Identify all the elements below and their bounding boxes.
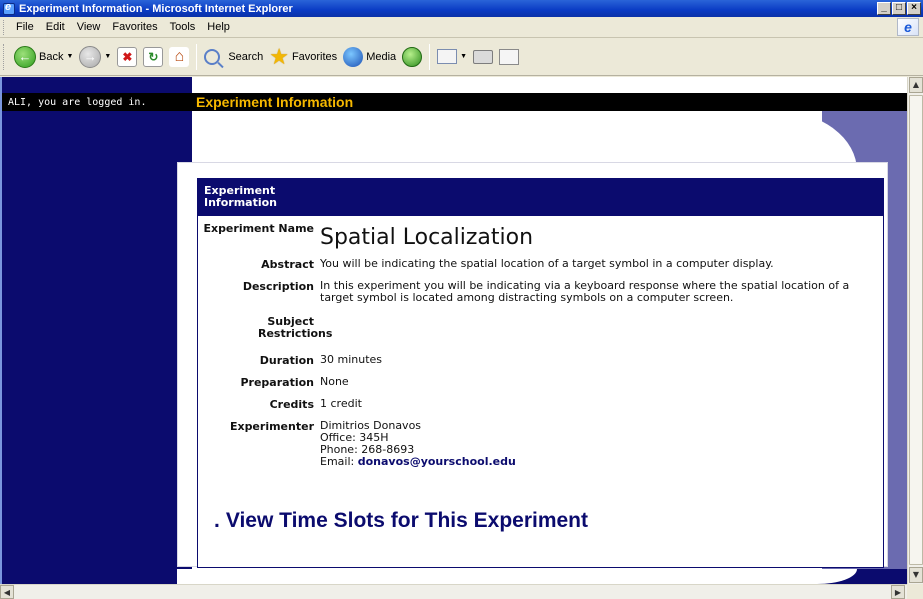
- mail-button[interactable]: ▼: [434, 42, 470, 72]
- menu-favorites[interactable]: Favorites: [106, 21, 163, 33]
- maximize-button[interactable]: □: [892, 2, 906, 15]
- scrollbar-corner: [907, 584, 923, 599]
- window-title: Experiment Information - Microsoft Inter…: [19, 2, 293, 15]
- label-abstract: Abstract: [261, 258, 314, 271]
- left-nav-panel: [2, 77, 192, 584]
- home-icon: ⌂: [169, 46, 190, 67]
- label-subject-restrictions: Subject Restrictions: [258, 315, 333, 340]
- value-description: In this experiment you will be indicatin…: [320, 279, 850, 304]
- bottom-curve: [177, 569, 857, 584]
- scroll-left-button[interactable]: ◀: [0, 585, 14, 599]
- media-button[interactable]: Media: [340, 42, 399, 72]
- favorites-star-icon: ★: [269, 43, 289, 69]
- edit-page-icon: [499, 48, 520, 65]
- value-duration: 30 minutes: [320, 353, 383, 366]
- mail-icon: [437, 49, 458, 64]
- row-duration: Duration 30 minutes: [198, 354, 883, 376]
- bullet-dot: .: [214, 509, 220, 532]
- window-controls: _ □ ×: [877, 2, 921, 15]
- label-experimenter: Experimenter: [229, 420, 314, 433]
- search-label: Search: [228, 50, 264, 63]
- menu-file[interactable]: File: [10, 21, 40, 33]
- row-description: Description In this experiment you will …: [198, 280, 883, 314]
- forward-dropdown-icon[interactable]: ▼: [104, 53, 111, 60]
- label-duration: Duration: [259, 354, 314, 367]
- login-status-text: ALI, you are logged in.: [8, 97, 147, 108]
- back-button[interactable]: ← Back ▼: [11, 42, 76, 72]
- label-preparation: Preparation: [240, 376, 314, 389]
- page-viewport: ALI, you are logged in. Experiment Infor…: [0, 77, 907, 584]
- forward-arrow-icon: →: [79, 45, 102, 68]
- media-label: Media: [366, 50, 397, 63]
- vertical-scrollbar[interactable]: ▲ ▼: [907, 77, 923, 584]
- menubar-grip: [3, 19, 6, 35]
- value-experiment-name: Spatial Localization: [320, 225, 534, 250]
- favorites-label: Favorites: [291, 50, 338, 63]
- menu-edit[interactable]: Edit: [40, 21, 71, 33]
- row-abstract: Abstract You will be indicating the spat…: [198, 258, 883, 278]
- back-label: Back: [39, 50, 64, 63]
- row-credits: Credits 1 credit: [198, 398, 883, 420]
- email-link[interactable]: donavos@yourschool.edu: [358, 455, 516, 468]
- scroll-up-button[interactable]: ▲: [909, 77, 923, 93]
- ie-app-icon: [3, 1, 15, 15]
- toolbar-grip: [3, 43, 6, 70]
- menu-tools[interactable]: Tools: [164, 21, 202, 33]
- window-titlebar: Experiment Information - Microsoft Inter…: [0, 0, 923, 17]
- standard-toolbar: ← Back ▼ → ▼ ✖ ↻ ⌂ Search ★ Favorites Me…: [0, 38, 923, 76]
- value-subject-restrictions: [320, 316, 883, 348]
- row-preparation: Preparation None: [198, 376, 883, 398]
- printer-icon: [473, 49, 494, 64]
- scroll-right-button[interactable]: ▶: [891, 585, 905, 599]
- experimenter-name: Dimitrios Donavos: [320, 419, 422, 432]
- media-icon: [343, 46, 364, 67]
- value-preparation: None: [320, 375, 349, 388]
- scroll-down-button[interactable]: ▼: [909, 567, 923, 583]
- view-time-slots-link[interactable]: . View Time Slots for This Experiment: [214, 509, 588, 533]
- history-icon: [402, 46, 423, 67]
- menu-help[interactable]: Help: [201, 21, 236, 33]
- email-label: Email:: [320, 455, 358, 468]
- row-subject-restrictions: Subject Restrictions: [198, 316, 883, 348]
- toolbar-separator-2: [429, 43, 431, 70]
- toolbar-separator: [196, 43, 198, 70]
- table-header-text: Experiment Information: [204, 184, 277, 209]
- label-description: Description: [242, 280, 314, 293]
- search-button[interactable]: Search: [201, 42, 266, 72]
- print-button[interactable]: [470, 42, 496, 72]
- edit-button[interactable]: [496, 42, 522, 72]
- back-arrow-icon: ←: [14, 45, 36, 68]
- stop-icon: ✖: [117, 46, 138, 67]
- refresh-button[interactable]: ↻: [140, 42, 166, 72]
- experimenter-email-row: Email: donavos@yourschool.edu: [320, 456, 883, 468]
- horizontal-scrollbar[interactable]: ◀ ▶: [0, 584, 907, 599]
- value-experimenter: Dimitrios Donavos Office: 345H Phone: 26…: [320, 420, 883, 472]
- value-abstract: You will be indicating the spatial locat…: [320, 257, 774, 270]
- home-button[interactable]: ⌂: [166, 42, 192, 72]
- back-dropdown-icon[interactable]: ▼: [66, 53, 73, 60]
- menu-bar: File Edit View Favorites Tools Help e: [0, 17, 923, 38]
- minimize-button[interactable]: _: [877, 2, 891, 15]
- page-title: Experiment Information: [196, 94, 354, 110]
- value-credits: 1 credit: [320, 397, 362, 410]
- mail-dropdown-icon[interactable]: ▼: [460, 53, 467, 60]
- history-button[interactable]: [399, 42, 425, 72]
- label-credits: Credits: [269, 398, 314, 411]
- refresh-icon: ↻: [143, 46, 164, 67]
- row-experimenter: Experimenter Dimitrios Donavos Office: 3…: [198, 420, 883, 472]
- windows-logo-icon: e: [897, 18, 919, 36]
- vertical-scroll-thumb[interactable]: [909, 95, 923, 565]
- favorites-button[interactable]: ★ Favorites: [266, 42, 340, 72]
- stop-button[interactable]: ✖: [114, 42, 140, 72]
- table-header: Experiment Information: [198, 179, 883, 216]
- view-time-slots-text[interactable]: View Time Slots for This Experiment: [226, 509, 588, 532]
- forward-button[interactable]: → ▼: [76, 42, 114, 72]
- search-icon: [204, 48, 221, 65]
- close-button[interactable]: ×: [907, 2, 921, 15]
- row-experiment-name: Experiment Name Spatial Localization: [198, 222, 883, 256]
- menu-view[interactable]: View: [71, 21, 107, 33]
- label-experiment-name: Experiment Name: [203, 222, 314, 235]
